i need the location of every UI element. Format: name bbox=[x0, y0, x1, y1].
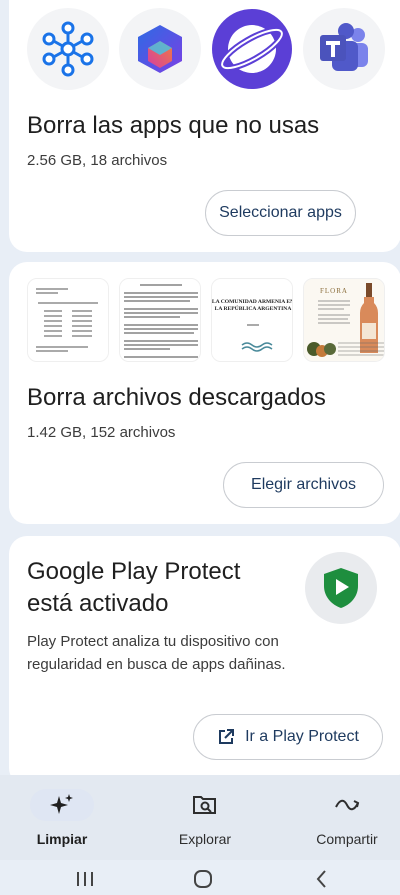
file-thumbnails: LA COMUNIDAD ARMENIA EN LA REPÚBLICA ARGE… bbox=[27, 278, 385, 362]
back-icon[interactable] bbox=[312, 868, 332, 893]
armenia-doc-title: LA COMUNIDAD ARMENIA EN LA REPÚBLICA ARGE… bbox=[212, 299, 293, 312]
samsung-internet-icon bbox=[211, 8, 293, 90]
choose-files-label: Elegir archivos bbox=[251, 476, 356, 493]
nav-clean[interactable]: Limpiar bbox=[2, 789, 122, 847]
bottom-navigation: Limpiar Explorar Compartir bbox=[0, 775, 400, 860]
nav-share[interactable]: Compartir bbox=[287, 789, 400, 847]
downloaded-files-card: LA COMUNIDAD ARMENIA EN LA REPÚBLICA ARGE… bbox=[9, 262, 400, 524]
nav-share-label: Compartir bbox=[316, 831, 378, 847]
file-thumbnail[interactable] bbox=[27, 278, 109, 362]
folder-search-icon bbox=[173, 789, 237, 821]
wine-label-thumbnail[interactable]: FLORA bbox=[303, 278, 385, 362]
sparkle-icon bbox=[30, 789, 94, 821]
open-play-protect-button[interactable]: Ir a Play Protect bbox=[193, 714, 383, 760]
app-icons-row bbox=[27, 8, 385, 90]
home-icon[interactable] bbox=[192, 868, 214, 895]
microsoft-365-icon bbox=[119, 8, 201, 90]
downloaded-files-title: Borra archivos descargados bbox=[27, 384, 326, 411]
unused-apps-card: Borra las apps que no usas 2.56 GB, 18 a… bbox=[9, 0, 400, 252]
play-protect-card: Google Play Protect está activado Play P… bbox=[9, 536, 400, 786]
nav-clean-label: Limpiar bbox=[36, 831, 88, 847]
file-thumbnail[interactable] bbox=[119, 278, 201, 362]
teams-icon bbox=[303, 8, 385, 90]
play-protect-title-line2: está activado bbox=[27, 590, 169, 617]
nav-explore[interactable]: Explorar bbox=[145, 789, 265, 847]
play-protect-title-line1: Google Play Protect bbox=[27, 558, 241, 585]
unused-apps-size: 2.56 GB, 18 archivos bbox=[27, 152, 168, 169]
unused-apps-title: Borra las apps que no usas bbox=[27, 112, 320, 139]
choose-files-button[interactable]: Elegir archivos bbox=[223, 462, 384, 508]
share-swap-icon bbox=[315, 789, 379, 821]
downloaded-files-size: 1.42 GB, 152 archivos bbox=[27, 424, 176, 441]
recent-apps-icon[interactable] bbox=[74, 868, 96, 893]
system-navigation-bar bbox=[0, 860, 400, 895]
external-link-icon bbox=[217, 728, 235, 746]
network-hub-icon bbox=[27, 8, 109, 90]
file-thumbnail[interactable]: LA COMUNIDAD ARMENIA EN LA REPÚBLICA ARGE… bbox=[211, 278, 293, 362]
flora-label-text: FLORA bbox=[320, 287, 348, 295]
select-apps-button[interactable]: Seleccionar apps bbox=[205, 190, 356, 236]
open-play-protect-label: Ir a Play Protect bbox=[245, 728, 359, 745]
play-protect-shield-icon bbox=[305, 552, 377, 624]
nav-explore-label: Explorar bbox=[178, 831, 232, 847]
select-apps-label: Seleccionar apps bbox=[219, 204, 342, 221]
play-protect-description: Play Protect analiza tu dispositivo con … bbox=[27, 633, 286, 673]
